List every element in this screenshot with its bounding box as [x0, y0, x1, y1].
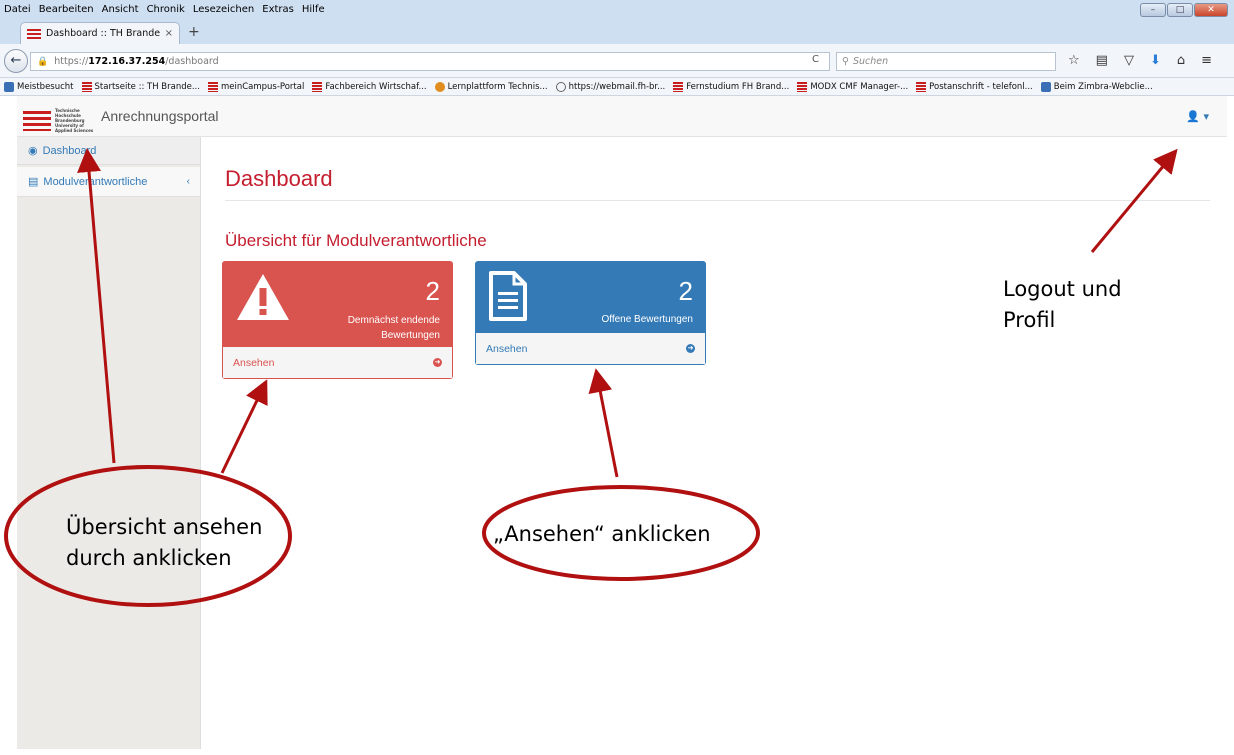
url-host: 172.16.37.254: [88, 56, 166, 67]
tab-strip: Dashboard :: TH Brandenb... × +: [0, 18, 1234, 44]
bookmark-item[interactable]: Beim Zimbra-Webclie...: [1040, 81, 1153, 92]
th-logo-stripes: [23, 110, 51, 131]
app-navbar: Technische Hochschule Brandenburg Univer…: [17, 96, 1227, 137]
download-icon[interactable]: ⬇: [1150, 53, 1161, 68]
th-logo-text: Technische Hochschule Brandenburg Univer…: [55, 108, 94, 133]
panel-view-link[interactable]: Ansehen ➜: [223, 347, 452, 378]
annotation-logout-text: Logout und Profil: [1003, 277, 1122, 332]
zimbra-icon: [1040, 81, 1051, 92]
panel-text: Offene Bewertungen: [601, 314, 693, 325]
panel-heading: 2 Offene Bewertungen: [476, 262, 705, 333]
arrow-circle-right-icon: ➜: [433, 358, 442, 367]
toolbar-icons: ☆ ▤ ▽ ⬇ ⌂ ≡: [1068, 53, 1212, 68]
th-brandenburg-logo[interactable]: Technische Hochschule Brandenburg Univer…: [23, 108, 95, 133]
document-icon: ▤: [28, 176, 39, 188]
reload-icon[interactable]: C: [812, 54, 819, 65]
sidebar-item-label: Dashboard: [42, 144, 97, 157]
reading-list-icon[interactable]: ▤: [1096, 53, 1108, 68]
bookmark-item[interactable]: Startseite :: TH Brande...: [81, 81, 200, 92]
menu-datei[interactable]: Datei: [4, 4, 31, 15]
lock-icon: 🔒: [37, 56, 49, 67]
user-icon: 👤: [1186, 110, 1200, 123]
file-text-icon: [489, 271, 527, 321]
dashboard-icon: ◉: [28, 145, 38, 157]
address-bar[interactable]: 🔒 https://172.16.37.254/dashboard: [30, 52, 830, 71]
moodle-icon: [434, 81, 445, 92]
tab-dashboard[interactable]: Dashboard :: TH Brandenb... ×: [20, 22, 180, 44]
app-brand-name[interactable]: Anrechnungsportal: [101, 108, 219, 124]
bookmark-star-icon[interactable]: ☆: [1068, 53, 1080, 68]
th-favicon-icon: [81, 81, 92, 92]
menu-extras[interactable]: Extras: [262, 4, 294, 15]
hamburger-menu-icon[interactable]: ≡: [1201, 53, 1212, 68]
caret-down-icon: ▾: [1203, 110, 1209, 123]
menu-hilfe[interactable]: Hilfe: [302, 4, 325, 15]
th-favicon-icon: [27, 28, 41, 39]
panel-count: 2: [678, 276, 693, 306]
panel-text: Demnächst endende Bewertungen: [347, 315, 440, 341]
annotation-arrow-ansehen-blue: [588, 368, 619, 478]
annotation-mid-text: „Ansehen“ anklicken: [493, 522, 711, 546]
bookmark-item[interactable]: https://webmail.fh-br...: [555, 81, 665, 92]
new-tab-button[interactable]: +: [188, 24, 200, 40]
bookmark-item[interactable]: Fernstudium FH Brand...: [673, 81, 789, 92]
title-divider: [225, 200, 1210, 201]
sidebar-item-label: Modulverantwortliche: [43, 175, 148, 188]
th-favicon-icon: [207, 81, 218, 92]
home-icon[interactable]: ⌂: [1177, 53, 1185, 68]
chevron-left-icon: ‹: [186, 176, 190, 187]
folder-icon: [4, 81, 14, 92]
bookmark-item[interactable]: Fachbereich Wirtschaf...: [312, 81, 427, 92]
tab-title: Dashboard :: TH Brandenb...: [46, 28, 160, 39]
annotation-arrow-logout: [1090, 148, 1178, 253]
browser-menubar: Datei Bearbeiten Ansicht Chronik Lesezei…: [0, 0, 1234, 18]
panel-link-label: Ansehen: [486, 342, 528, 355]
pocket-icon[interactable]: ▽: [1124, 53, 1134, 68]
user-menu-dropdown[interactable]: 👤 ▾: [1186, 110, 1209, 123]
close-tab-icon[interactable]: ×: [165, 28, 173, 39]
th-favicon-icon: [673, 81, 684, 92]
menu-bearbeiten[interactable]: Bearbeiten: [39, 4, 94, 15]
section-title: Übersicht für Modulverantwortliche: [225, 231, 487, 250]
panel-link-label: Ansehen: [233, 356, 275, 369]
annotation-left-text: Übersicht ansehen durch anklicken: [66, 515, 263, 570]
warning-icon: [237, 274, 289, 320]
bookmark-item[interactable]: meinCampus-Portal: [207, 81, 304, 92]
bookmark-item[interactable]: MODX CMF Manager-...: [797, 81, 908, 92]
menu-lesezeichen[interactable]: Lesezeichen: [193, 4, 254, 15]
minimize-button[interactable]: –: [1140, 3, 1166, 17]
url-path: /dashboard: [165, 56, 219, 67]
annotation-arrow-ansehen-red: [220, 379, 268, 474]
window-controls: – □ ✕: [1140, 3, 1228, 17]
menu-chronik[interactable]: Chronik: [147, 4, 185, 15]
globe-icon: [555, 81, 566, 92]
back-button[interactable]: ←: [4, 49, 28, 73]
sidebar-item-modulverantwortliche[interactable]: ▤ Modulverantwortliche ‹: [17, 167, 200, 197]
arrow-circle-right-icon: ➜: [686, 344, 695, 353]
panel-heading: 2 Demnächst endende Bewertungen: [223, 262, 452, 347]
sidebar: ◉ Dashboard ▤ Modulverantwortliche ‹: [17, 137, 201, 749]
th-favicon-icon: [312, 81, 323, 92]
th-favicon-icon: [916, 81, 927, 92]
bookmark-item[interactable]: Meistbesucht: [4, 81, 74, 92]
sidebar-item-dashboard[interactable]: ◉ Dashboard: [17, 137, 200, 165]
search-input[interactable]: ⚲ Suchen: [836, 52, 1056, 71]
panel-open-reviews: 2 Offene Bewertungen Ansehen ➜: [475, 261, 706, 365]
maximize-button[interactable]: □: [1167, 3, 1193, 17]
bookmark-item[interactable]: Lernplattform Technis...: [434, 81, 548, 92]
page-title: Dashboard: [225, 166, 333, 191]
url-prefix: https://: [54, 56, 89, 67]
panel-ending-reviews: 2 Demnächst endende Bewertungen Ansehen …: [222, 261, 453, 379]
menu-ansicht[interactable]: Ansicht: [102, 4, 139, 15]
bookmark-item[interactable]: Postanschrift - telefonl...: [916, 81, 1033, 92]
close-window-button[interactable]: ✕: [1194, 3, 1228, 17]
bookmarks-bar: Meistbesucht Startseite :: TH Brande... …: [0, 78, 1234, 96]
browser-navbar: ← 🔒 https://172.16.37.254/dashboard C ⚲ …: [0, 44, 1234, 78]
th-favicon-icon: [797, 81, 808, 92]
panel-view-link[interactable]: Ansehen ➜: [476, 333, 705, 364]
search-placeholder: Suchen: [852, 56, 889, 67]
panel-count: 2: [425, 276, 440, 306]
search-icon: ⚲: [842, 56, 849, 67]
